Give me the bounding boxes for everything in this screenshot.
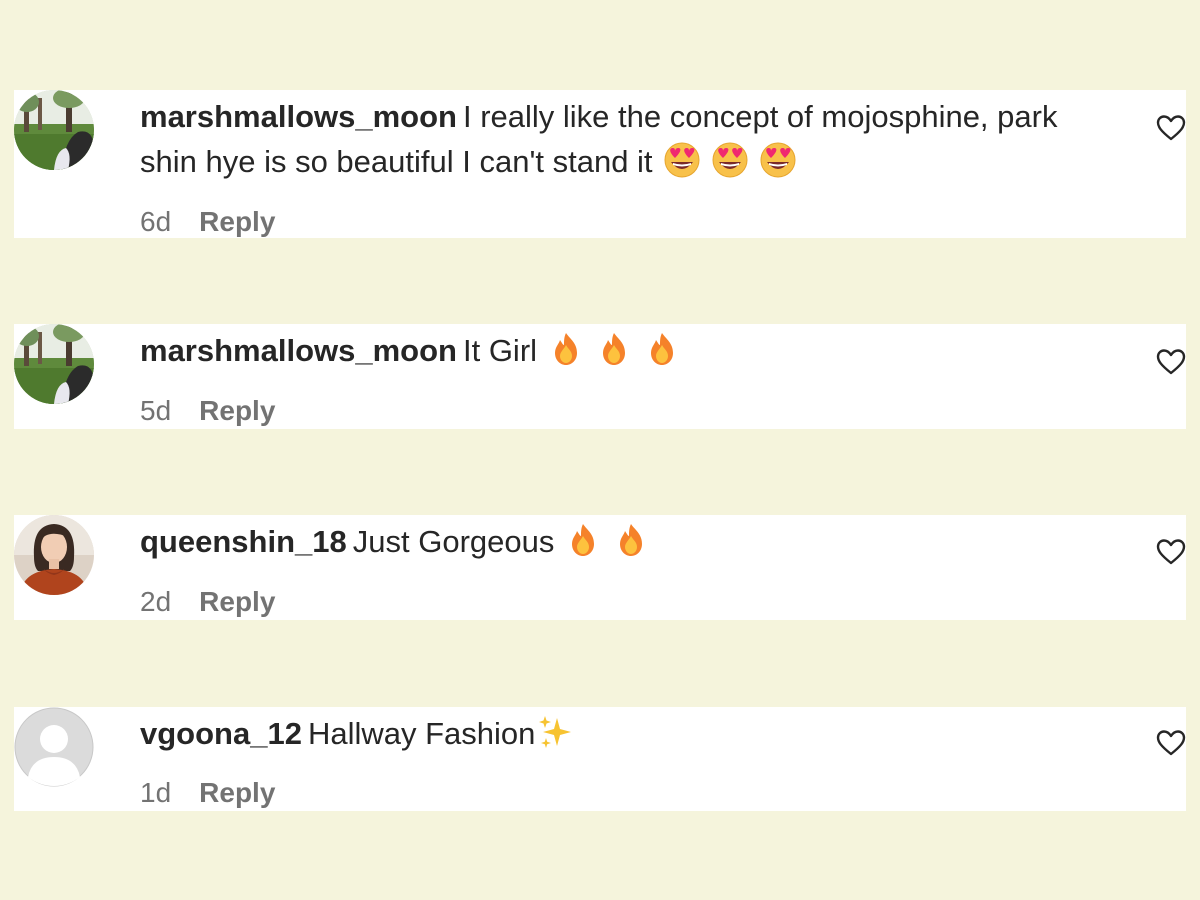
heart-outline-icon[interactable] [1156, 114, 1186, 142]
reply-button[interactable]: Reply [199, 206, 275, 237]
comment-meta: 1d Reply [140, 776, 275, 810]
comment-meta: 2d Reply [140, 585, 275, 619]
comment-time: 6d [140, 206, 172, 237]
fire-emoji [547, 331, 585, 379]
reply-button[interactable]: Reply [199, 777, 275, 808]
comment-item: marshmallows_moon It Girl 5d Reply [14, 324, 1186, 429]
fire-emoji [595, 331, 633, 379]
comment-username[interactable]: marshmallows_moon [140, 333, 457, 368]
comment-meta: 6d Reply [140, 205, 275, 239]
comment-text: It Girl [462, 333, 538, 368]
user-avatar[interactable] [14, 90, 94, 170]
comment-body: marshmallows_moon I really like the conce… [140, 94, 1100, 190]
sparkles-emoji [537, 714, 575, 762]
heart-eyes-emoji [759, 142, 797, 190]
comment-body: marshmallows_moon It Girl [140, 328, 1100, 379]
comment-time: 5d [140, 395, 172, 426]
user-avatar[interactable] [14, 515, 94, 595]
comment-username[interactable]: vgoona_12 [140, 716, 302, 751]
comment-time: 1d [140, 777, 172, 808]
reply-button[interactable]: Reply [199, 586, 275, 617]
comment-item: vgoona_12 Hallway Fashion 1d Reply [14, 707, 1186, 811]
fire-emoji [612, 522, 650, 570]
comment-text: Just Gorgeous [352, 524, 555, 559]
heart-eyes-emoji [711, 142, 749, 190]
reply-button[interactable]: Reply [199, 395, 275, 426]
heart-outline-icon[interactable] [1156, 348, 1186, 376]
heart-outline-icon[interactable] [1156, 538, 1186, 566]
user-avatar[interactable] [14, 707, 94, 787]
comment-body: queenshin_18 Just Gorgeous [140, 519, 1100, 570]
comment-time: 2d [140, 586, 172, 617]
comment-text: Hallway Fashion [307, 716, 536, 751]
comment-meta: 5d Reply [140, 394, 275, 428]
comment-item: marshmallows_moon I really like the conce… [14, 90, 1186, 238]
fire-emoji [564, 522, 602, 570]
heart-eyes-emoji [663, 142, 701, 190]
comment-body: vgoona_12 Hallway Fashion [140, 711, 1100, 762]
user-avatar[interactable] [14, 324, 94, 404]
fire-emoji [643, 331, 681, 379]
heart-outline-icon[interactable] [1156, 729, 1186, 757]
comment-item: queenshin_18 Just Gorgeous 2d Reply [14, 515, 1186, 620]
comment-username[interactable]: marshmallows_moon [140, 99, 457, 134]
comment-username[interactable]: queenshin_18 [140, 524, 347, 559]
